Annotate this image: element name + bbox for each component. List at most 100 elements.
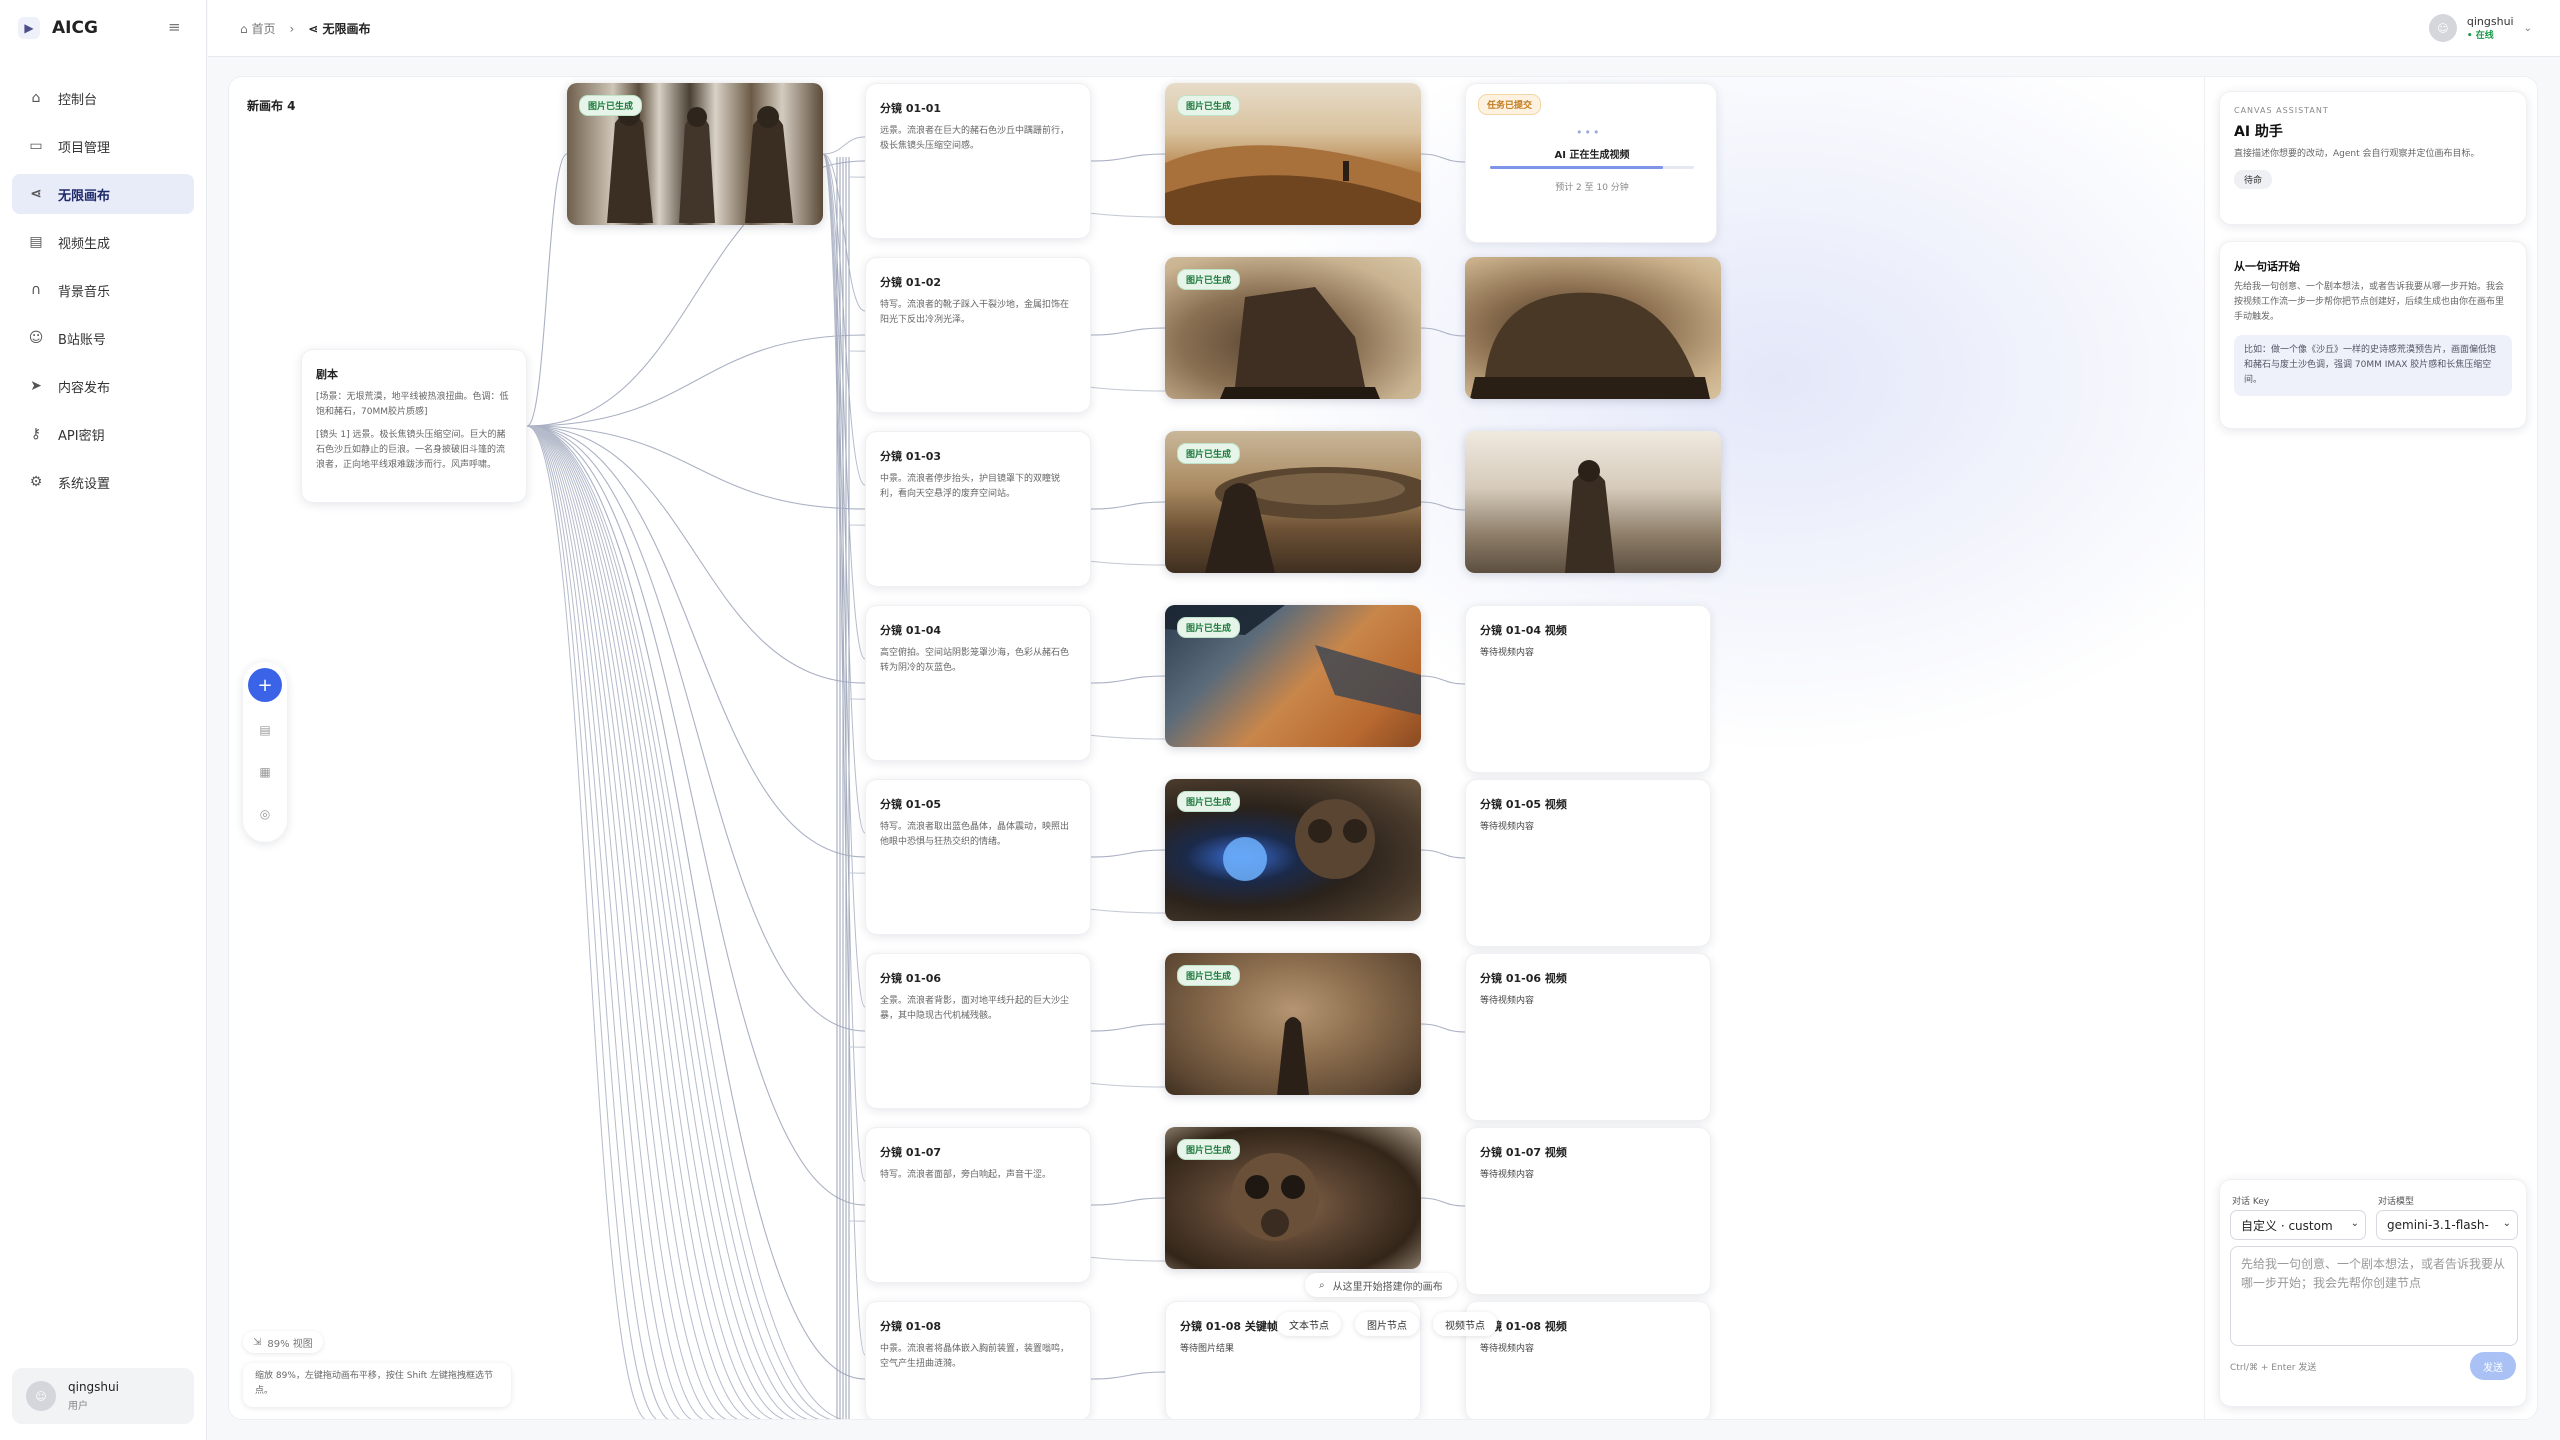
video-node-05[interactable]: 分镜 01-05 视频 等待视频内容 [1465,779,1711,947]
shot-node-text: 中景。流浪者停步抬头，护目镜罩下的双瞳锐利，看向天空悬浮的废弃空间站。 [880,474,1061,499]
settings-icon[interactable]: ◎ [253,802,277,826]
shot-node-4[interactable]: 分镜 01-04 高空俯拍。空间站阴影笼罩沙海，色彩从赭石色转为阴冷的灰蓝色。 [865,605,1091,761]
image-generated-badge: 图片已生成 [1177,965,1241,986]
add-text-node-chip[interactable]: 文本节点 [1277,1312,1341,1336]
start-example[interactable]: 比如：做一个像《沙丘》一样的史诗感荒漠预告片，画面偏低饱和赭石与废土沙色调，强调… [2234,335,2512,396]
sidebar-item-label: 项目管理 [58,140,111,156]
chat-textarea[interactable]: 先给我一句创意、一个剧本想法，或者告诉我要从哪一步开始；我会先帮你创建节点 [2230,1246,2518,1346]
add-node-button[interactable]: + [248,668,282,702]
edge-image-video [1420,675,1466,685]
edge-script-offscreen [526,425,833,1419]
sidebar-item-label: 无限画布 [58,188,111,204]
add-image-node-chip[interactable]: 图片节点 [1355,1312,1419,1336]
shot-node-7[interactable]: 分镜 01-07 特写。流浪者面部，旁白响起，声音干涩。 [865,1127,1091,1283]
assistant-start-card: 从一句话开始 先给我一句创意、一个剧本想法，或者告诉我要从哪一步开始。我会按视频… [2219,241,2527,429]
video-node-04[interactable]: 分镜 01-04 视频 等待视频内容 [1465,605,1711,773]
video-node-sub: 等待视频内容 [1480,1170,1535,1180]
video-node-06[interactable]: 分镜 01-06 视频 等待视频内容 [1465,953,1711,1121]
edge-script-offscreen [526,425,681,1419]
canvas-toolbar: + ▤ ▦ ◎ [243,662,287,842]
avatar: ☺ [2428,14,2457,42]
shot-node-2[interactable]: 分镜 01-02 特写。流浪者的靴子踩入干裂沙地，金属扣饰在阳光下反出冷冽光泽。 [865,257,1091,413]
sidebar-item-bilibili[interactable]: ☺ B站账号 [12,318,194,358]
video-task-node[interactable]: 任务已提交 ••• AI 正在生成视频 预计 2 至 10 分钟 [1465,83,1717,243]
shot-node-title: 分镜 01-06 [880,972,942,985]
task-eta: 预计 2 至 10 分钟 [1555,183,1629,193]
shot-node-5[interactable]: 分镜 01-05 特写。流浪者取出蓝色晶体，晶体震动，映照出他眼中恐惧与狂热交织的… [865,779,1091,935]
canvas-hint: 缩放 89%，左键拖动画布平移，按住 Shift 左键拖拽框选节点。 [243,1363,511,1407]
shot-node-1[interactable]: 分镜 01-01 远景。流浪者在巨大的赭石色沙丘中蹒跚前行，极长焦镜头压缩空间感。 [865,83,1091,239]
video-frame-03[interactable] [1465,431,1721,573]
sidebar-user-card[interactable]: ☺ qingshui 用户 [12,1368,194,1424]
edge-script-offscreen [526,425,821,1419]
key-select[interactable]: 自定义 · custom ⌄ [2230,1210,2366,1240]
sidebar-item-projects[interactable]: ▭ 项目管理 [12,126,194,166]
logo[interactable]: ▶ AICG [18,16,98,40]
image-icon[interactable]: ▦ [253,760,277,784]
image-generated-badge: 图片已生成 [1177,269,1241,290]
script-node[interactable]: 剧本 [场景：无垠荒漠，地平线被热浪扭曲。色调：低饱和赭石，70MM胶片质感] … [301,349,527,503]
model-select[interactable]: gemini-3.1-flash- ⌄ [2376,1210,2518,1240]
shot-node-3[interactable]: 分镜 01-03 中景。流浪者停步抬头，护目镜罩下的双瞳锐利，看向天空悬浮的废弃空… [865,431,1091,587]
sidebar-item-settings[interactable]: ⚙ 系统设置 [12,462,194,502]
assistant-tag: CANVAS ASSISTANT [2234,106,2329,115]
video-node-08[interactable]: 分镜 01-08 视频 等待视频内容 [1465,1301,1711,1419]
menu-collapse-icon[interactable]: ≡ [168,18,181,36]
infinite-canvas[interactable]: 新画布 4 剧本 [场景：无垠荒漠，地平线被热浪扭曲。色调：低饱和赭石，70MM… [228,76,2538,1420]
video-node-title: 分镜 01-05 视频 [1480,798,1567,811]
video-node-sub: 等待视频内容 [1480,648,1535,658]
send-hint: Ctrl/⌘ + Enter 发送 [2230,1363,2317,1373]
shot-image-03[interactable]: 图片已生成 [1165,431,1421,573]
user-name: qingshui [68,1380,119,1394]
shot-image-07[interactable]: 图片已生成 [1165,1127,1421,1269]
video-node-sub: 等待视频内容 [1480,1344,1535,1354]
sidebar-item-api[interactable]: ⚷ API密钥 [12,414,194,454]
start-desc: 先给我一句创意、一个剧本想法，或者告诉我要从哪一步开始。我会按视频工作流一步一步… [2234,282,2505,322]
canvas-start-search[interactable]: ⌕ 从这里开始搭建你的画布 [1305,1273,1457,1297]
sidebar-item-video[interactable]: ▤ 视频生成 [12,222,194,262]
folder-icon: ▭ [29,138,43,154]
canvas-title: 新画布 4 [247,99,296,113]
video-frame-02[interactable] [1465,257,1721,399]
document-icon[interactable]: ▤ [253,718,277,742]
sidebar-item-canvas[interactable]: ⋖ 无限画布 [12,174,194,214]
shot-image-01[interactable]: 图片已生成 [1165,83,1421,225]
chevron-down-icon: ⌄ [2502,1218,2511,1229]
script-node-text: [镜头 1] 远景。极长焦镜头压缩空间。巨大的赭石色沙丘如静止的巨浪。一名身披破… [316,430,506,470]
sidebar-item-music[interactable]: ∩ 背景音乐 [12,270,194,310]
shot-image-02[interactable]: 图片已生成 [1165,257,1421,399]
key-label: 对话 Key [2232,1197,2270,1207]
edge-image-video [1420,327,1466,337]
edge-script-offscreen [526,425,786,1419]
character-image-node[interactable]: 图片已生成 [567,83,823,225]
send-button[interactable]: 发送 [2470,1352,2516,1380]
assistant-title: AI 助手 [2234,124,2283,140]
edge-script-offscreen [526,425,740,1419]
shot-node-8[interactable]: 分镜 01-08 中景。流浪者将晶体嵌入胸前装置，装置嗡鸣，空气产生扭曲涟漪。 [865,1301,1091,1419]
start-title: 从一句话开始 [2234,260,2300,273]
shot-image-04[interactable]: 图片已生成 [1165,605,1421,747]
edge-script-offscreen [526,425,751,1419]
shot-image-06[interactable]: 图片已生成 [1165,953,1421,1095]
task-progress-track [1490,166,1694,169]
zoom-icon: ⇲ [253,1336,262,1348]
edge-character-shot [822,153,866,1182]
zoom-indicator[interactable]: ⇲ 89% 视图 [243,1331,323,1353]
task-submitted-badge: 任务已提交 [1478,94,1542,115]
edge-shot-image [1090,675,1166,684]
shot-image-05[interactable]: 图片已生成 [1165,779,1421,921]
sidebar-item-dashboard[interactable]: ⌂ 控制台 [12,78,194,118]
shot-node-title: 分镜 01-01 [880,102,942,115]
video-node-07[interactable]: 分镜 01-07 视频 等待视频内容 [1465,1127,1711,1295]
script-node-title: 剧本 [316,368,338,381]
shot-node-6[interactable]: 分镜 01-06 全景。流浪者背影，面对地平线升起的巨大沙尘暴，其中隐现古代机械残… [865,953,1091,1109]
edge-character-shot [822,153,866,486]
assistant-status-badge: 待命 [2234,170,2273,189]
home-icon: ⌂ [31,90,41,106]
breadcrumb-home[interactable]: ⌂ 首页 [240,20,275,37]
document-icon: ▤ [29,234,43,250]
logo-icon: ▶ [18,17,40,39]
sidebar-item-publish[interactable]: ➤ 内容发布 [12,366,194,406]
top-user-menu[interactable]: ☺ qingshui • 在线 ⌄ [2428,14,2532,42]
add-video-node-chip[interactable]: 视频节点 [1433,1312,1497,1336]
